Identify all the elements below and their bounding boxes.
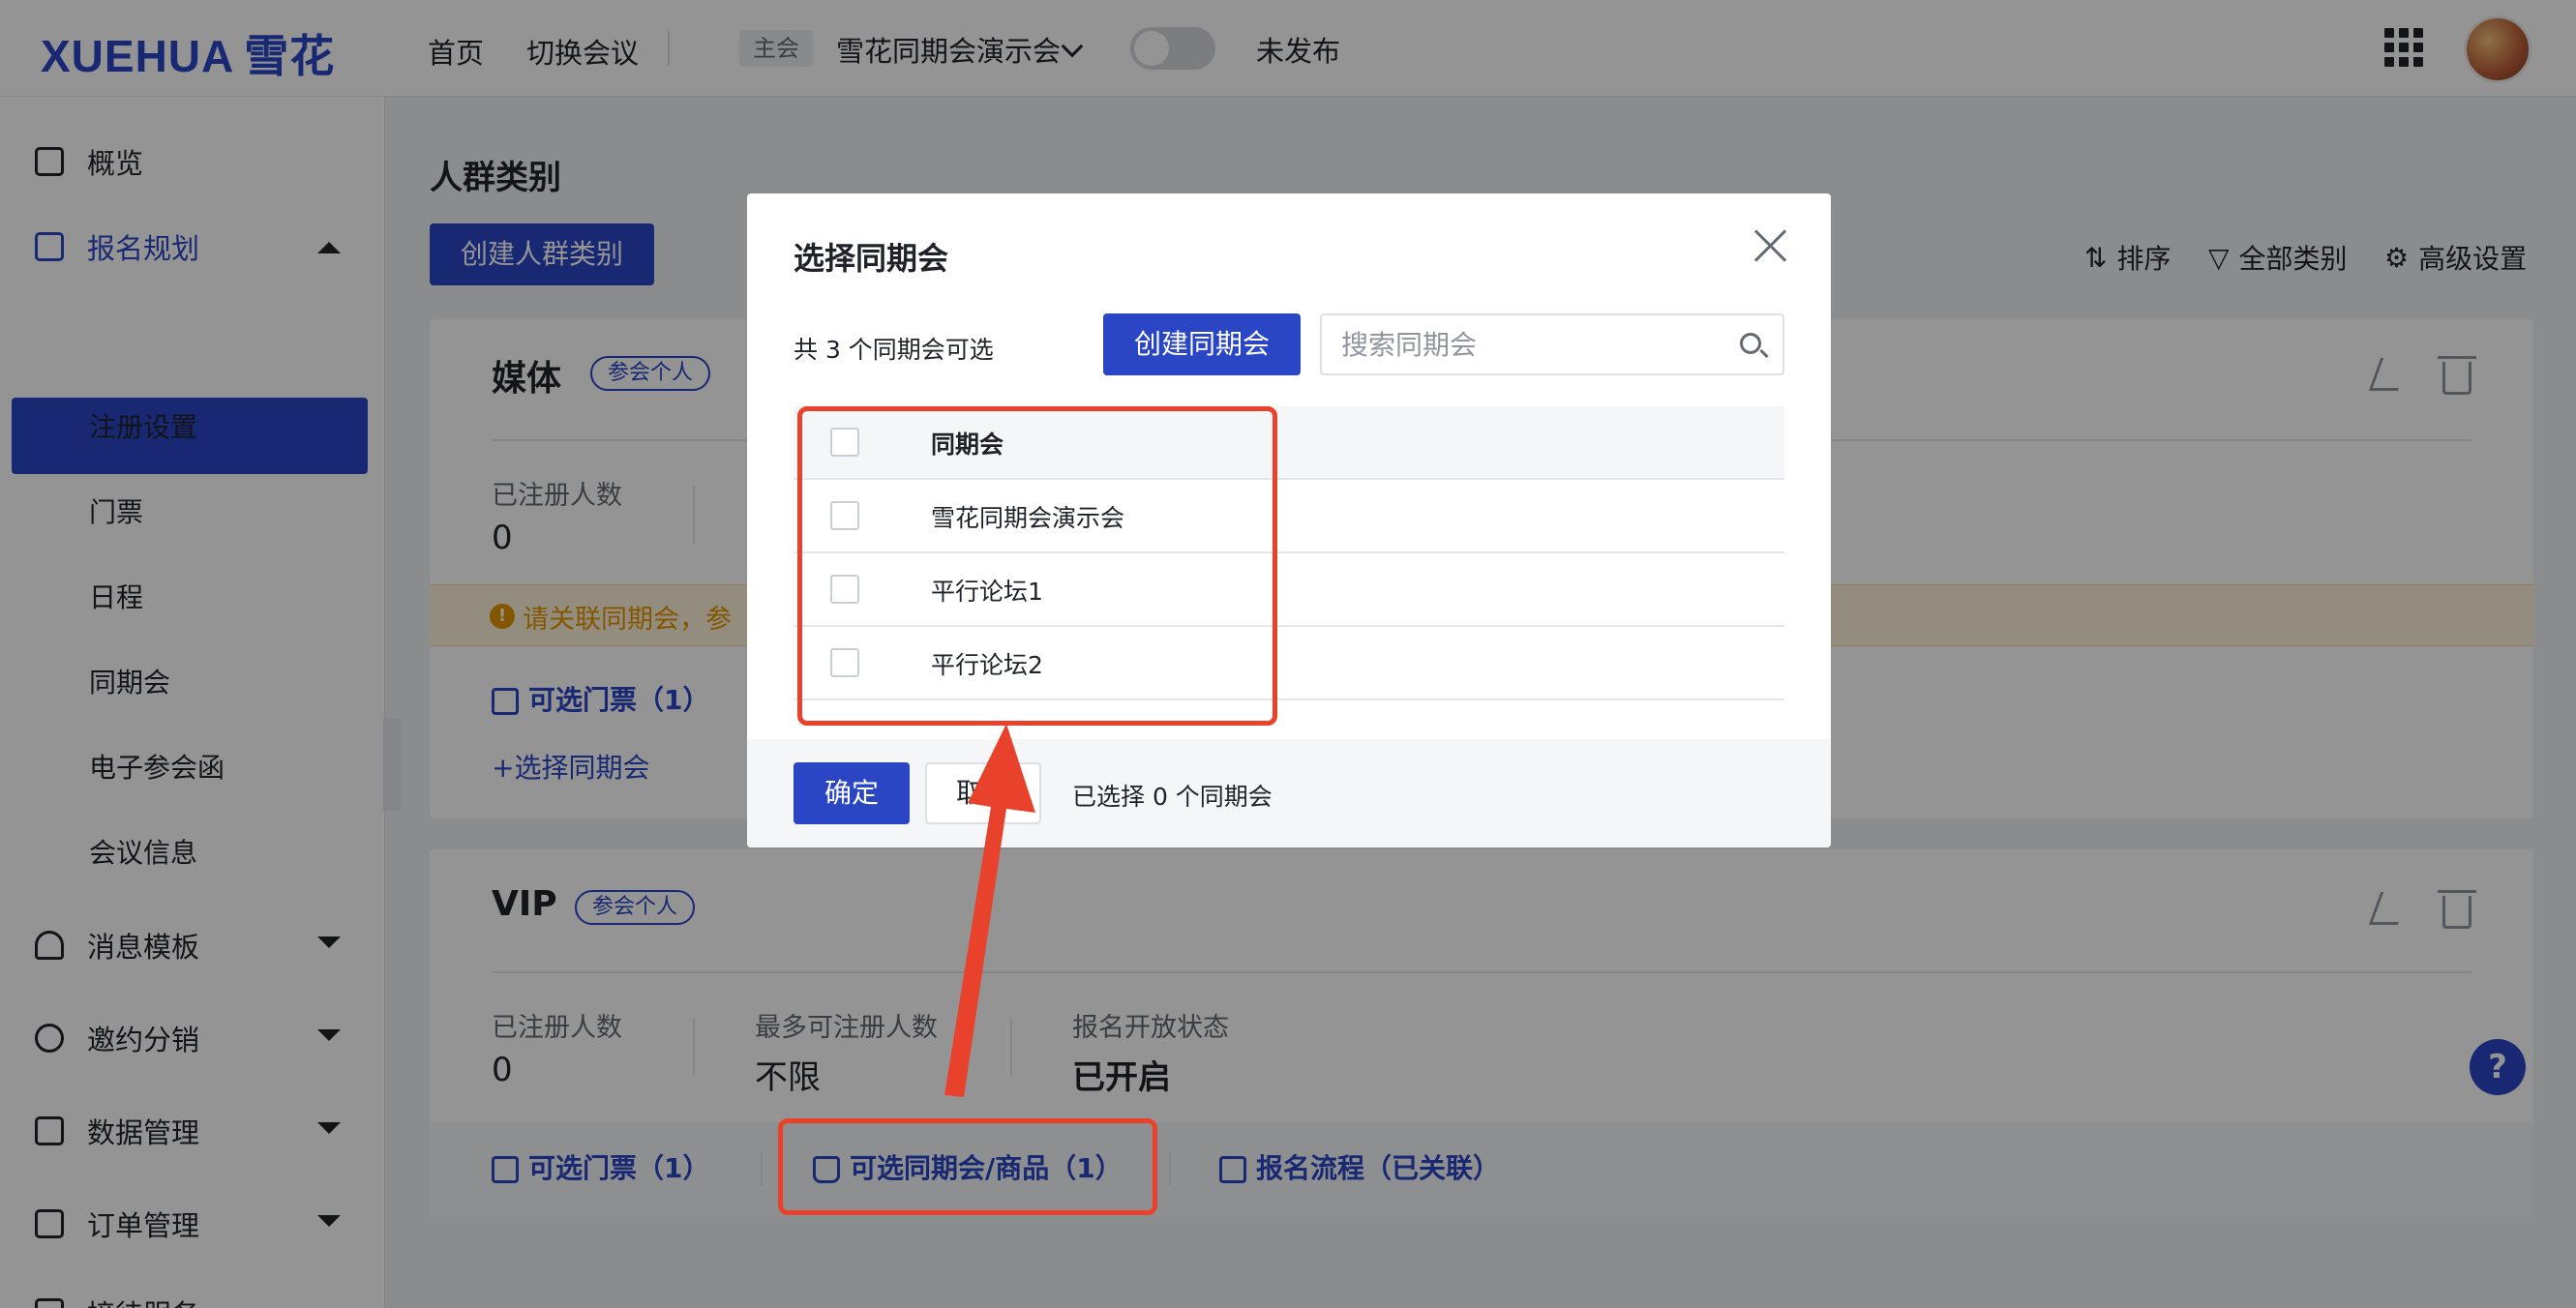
close-icon[interactable] [1753, 228, 1788, 263]
create-session-button[interactable]: 创建同期会 [1103, 313, 1301, 375]
highlight-box-session-link [778, 1118, 1157, 1215]
search-input[interactable] [1341, 315, 1728, 373]
search-box [1320, 313, 1784, 375]
available-count: 共 3 个同期会可选 [794, 336, 994, 364]
modal-footer: 确定 取消 已选择 0 个同期会 [747, 739, 1831, 847]
selected-count: 已选择 0 个同期会 [1072, 783, 1273, 811]
search-icon[interactable] [1740, 333, 1761, 354]
confirm-button[interactable]: 确定 [794, 762, 910, 824]
cancel-button[interactable]: 取消 [925, 762, 1041, 824]
highlight-box-table [797, 406, 1277, 726]
modal-title: 选择同期会 [794, 240, 949, 277]
